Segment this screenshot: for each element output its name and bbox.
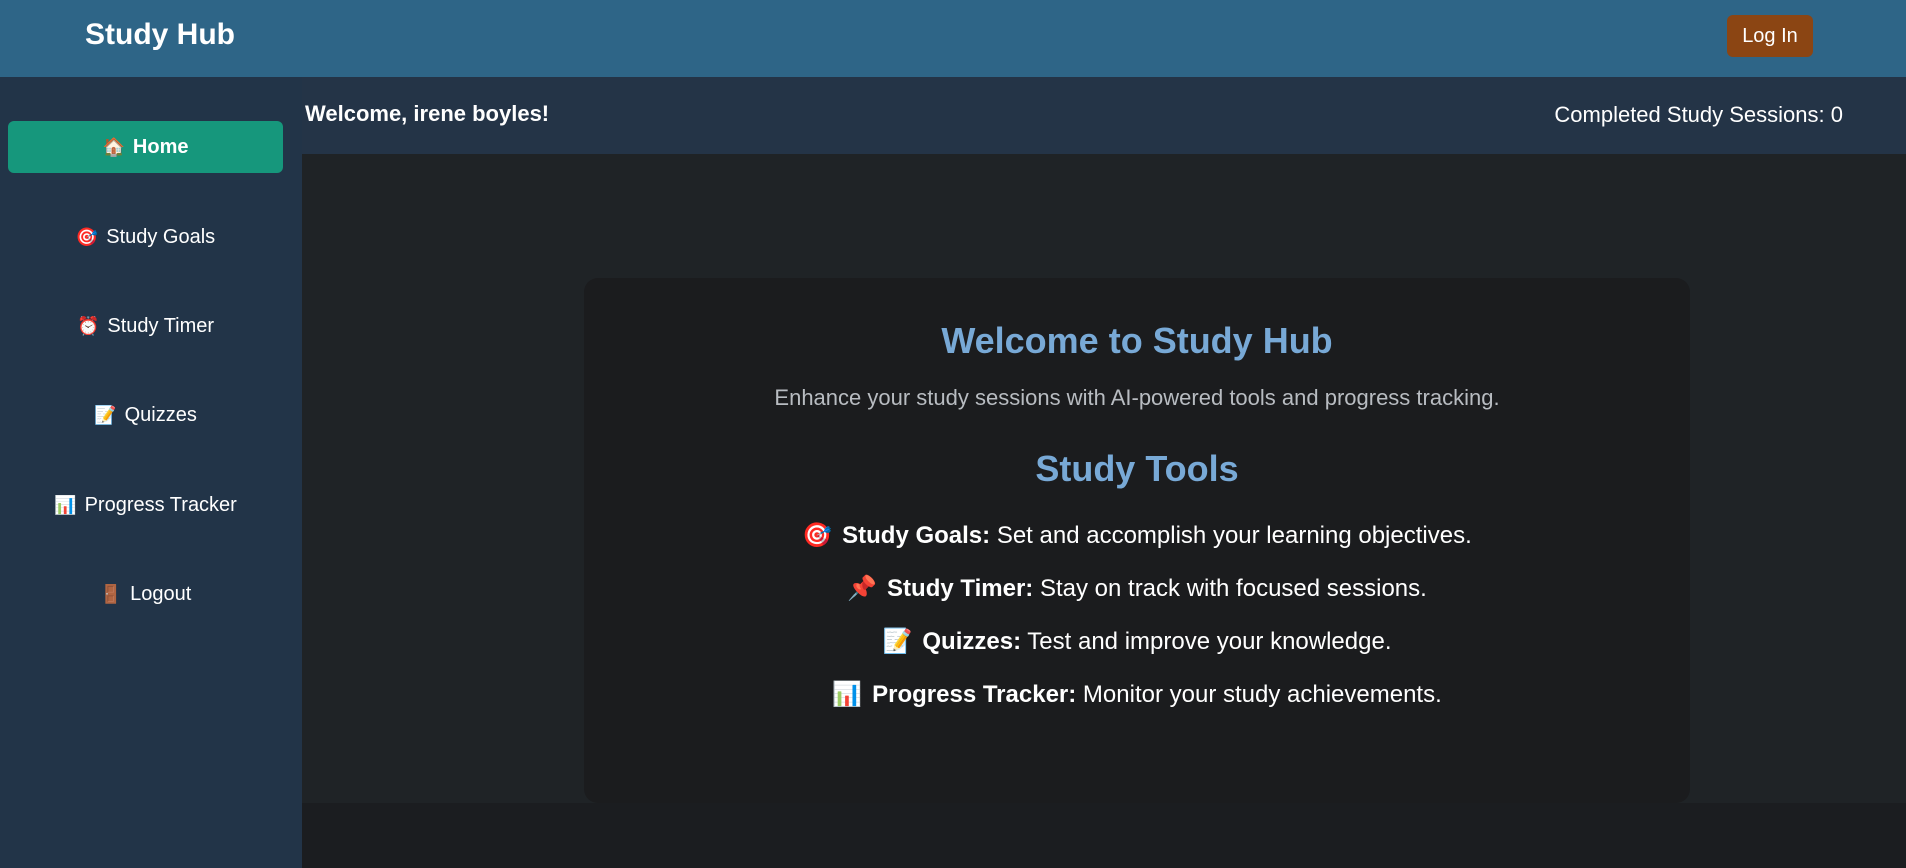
memo-icon: 📝 [882, 628, 913, 655]
sidebar: 🏠 Home 🎯 Study Goals ⏰ Study Timer 📝 Qui… [0, 77, 302, 868]
sidebar-item-home[interactable]: 🏠 Home [8, 121, 283, 173]
sidebar-item-label: Home [132, 135, 189, 158]
memo-icon: 📝 [94, 404, 117, 425]
tool-item-progress-tracker: 📊 Progress Tracker: Monitor your study ac… [584, 680, 1690, 709]
home-icon: 🏠 [102, 136, 125, 157]
tool-description: Test and improve your knowledge. [1027, 628, 1392, 655]
tool-item-study-goals: 🎯 Study Goals: Set and accomplish your le… [584, 521, 1690, 550]
sidebar-item-label: Study Goals [106, 225, 216, 248]
sidebar-item-label: Study Timer [107, 314, 215, 337]
bar-chart-icon: 📊 [54, 494, 77, 515]
tool-description: Stay on track with focused sessions. [1039, 575, 1427, 602]
target-icon: 🎯 [802, 522, 833, 549]
pushpin-icon: 📌 [847, 575, 878, 602]
sidebar-item-study-goals[interactable]: 🎯 Study Goals [8, 211, 283, 263]
tool-name: Study Timer: [887, 575, 1034, 602]
target-icon: 🎯 [75, 226, 99, 247]
sidebar-item-label: Quizzes [124, 403, 197, 426]
welcome-bar: Welcome, irene boyles! Completed Study S… [302, 77, 1906, 154]
bar-chart-icon: 📊 [832, 681, 863, 708]
sidebar-item-label: Progress Tracker [84, 493, 237, 516]
tool-description: Set and accomplish your learning objecti… [996, 522, 1472, 549]
page-title: Welcome to Study Hub [941, 320, 1333, 361]
tool-item-quizzes: 📝 Quizzes: Test and improve your knowledg… [584, 627, 1690, 656]
tools-heading: Study Tools [1035, 448, 1239, 489]
completed-sessions-count: Completed Study Sessions: 0 [1554, 102, 1843, 127]
brand-title: Study Hub [85, 18, 235, 51]
welcome-card: Welcome to Study Hub Enhance your study … [584, 278, 1690, 803]
sidebar-item-study-timer[interactable]: ⏰ Study Timer [8, 300, 283, 352]
main-content: Welcome to Study Hub Enhance your study … [302, 154, 1906, 803]
sidebar-item-label: Logout [130, 582, 192, 605]
sidebar-item-logout[interactable]: 🚪 Logout [8, 568, 283, 620]
door-icon: 🚪 [99, 583, 123, 604]
welcome-message: Welcome, irene boyles! [305, 101, 550, 126]
top-header: Study Hub Log In [0, 0, 1906, 77]
alarm-clock-icon: ⏰ [76, 315, 100, 336]
tool-item-study-timer: 📌 Study Timer: Stay on track with focused… [584, 574, 1690, 603]
page-subtitle: Enhance your study sessions with AI-powe… [774, 385, 1500, 410]
tool-name: Quizzes: [922, 628, 1022, 655]
sidebar-item-quizzes[interactable]: 📝 Quizzes [8, 389, 283, 441]
tool-name: Progress Tracker: [872, 681, 1077, 708]
tool-name: Study Goals: [842, 522, 991, 549]
sidebar-item-progress-tracker[interactable]: 📊 Progress Tracker [8, 479, 283, 531]
tool-description: Monitor your study achievements. [1082, 681, 1442, 708]
login-button[interactable]: Log In [1727, 15, 1813, 57]
